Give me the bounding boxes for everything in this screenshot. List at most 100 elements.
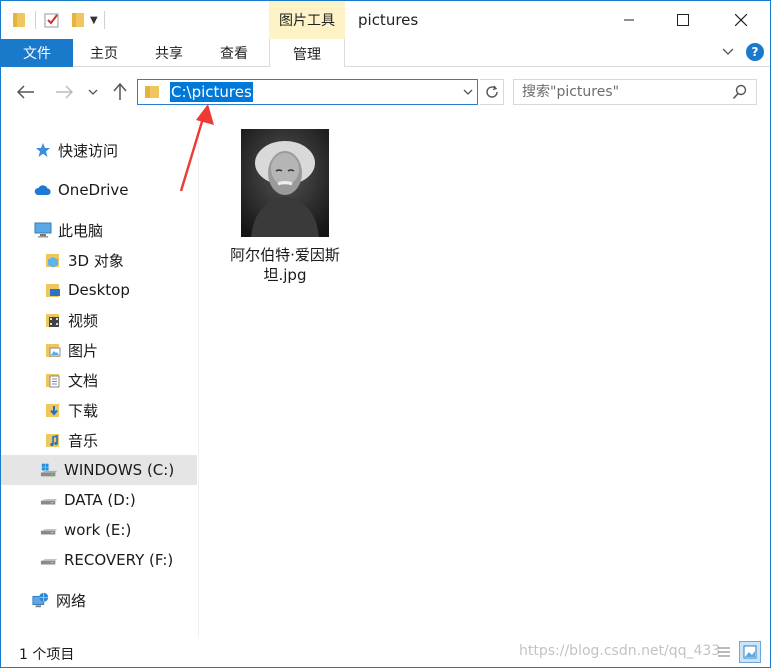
details-view-button[interactable] (713, 641, 735, 663)
window-title: pictures (358, 11, 419, 29)
drive-icon (40, 551, 58, 569)
nav-item-label: 视频 (68, 311, 99, 330)
search-input[interactable] (522, 81, 732, 103)
title-bar: ▼ 图片工具 pictures (1, 1, 770, 39)
chevron-down-icon (463, 89, 473, 95)
music-folder-icon (44, 431, 62, 449)
nav-item-3d-objects[interactable]: 3D 对象 (1, 245, 197, 275)
computer-icon (34, 221, 52, 239)
navigation-pane: 快速访问 OneDrive 此电脑 3D 对象 Desktop 视频 图片 文档… (1, 117, 199, 637)
tab-share[interactable]: 共享 (137, 39, 201, 67)
nav-item-quick-access[interactable]: 快速访问 (1, 135, 197, 165)
recent-locations-button[interactable] (85, 81, 101, 103)
nav-item-videos[interactable]: 视频 (1, 305, 197, 335)
nav-item-onedrive[interactable]: OneDrive (1, 175, 197, 205)
image-thumbnail[interactable] (241, 129, 329, 237)
maximize-icon (677, 14, 689, 26)
nav-item-drive-d[interactable]: DATA (D:) (1, 485, 197, 515)
3d-objects-folder-icon (44, 251, 62, 269)
help-icon[interactable]: ? (746, 43, 764, 61)
tab-view[interactable]: 查看 (203, 39, 265, 67)
nav-item-label: 下载 (68, 401, 99, 420)
nav-item-label: Desktop (68, 281, 130, 299)
forward-button[interactable] (53, 81, 75, 103)
nav-item-downloads[interactable]: 下载 (1, 395, 197, 425)
close-button[interactable] (718, 1, 764, 39)
address-bar-row: C:\pictures (1, 67, 770, 117)
ribbon-tabs: 文件 主页 共享 查看 管理 ? (1, 39, 770, 68)
video-folder-icon (44, 311, 62, 329)
back-arrow-icon (17, 85, 34, 99)
watermark-text: https://blog.csdn.net/qq_433 (519, 643, 721, 659)
windows-drive-icon (40, 461, 58, 479)
large-icons-view-button[interactable] (739, 641, 761, 663)
address-history-dropdown[interactable] (463, 84, 473, 98)
expand-ribbon-icon[interactable] (722, 48, 734, 56)
nav-item-documents[interactable]: 文档 (1, 365, 197, 395)
large-icons-view-icon (743, 645, 757, 659)
search-box[interactable] (513, 79, 757, 105)
refresh-button[interactable] (480, 79, 504, 105)
drive-icon (40, 521, 58, 539)
file-item[interactable]: 阿尔伯特·爱因斯坦.jpg (229, 129, 341, 285)
properties-icon[interactable] (42, 10, 62, 30)
nav-item-label: 此电脑 (58, 221, 104, 240)
new-folder-icon[interactable] (68, 10, 88, 30)
file-name: 阿尔伯特·爱因斯坦.jpg (230, 246, 340, 284)
documents-folder-icon (44, 371, 62, 389)
folder-icon[interactable] (9, 10, 29, 30)
nav-item-label: 快速访问 (58, 141, 119, 160)
folder-icon (145, 86, 159, 98)
nav-item-this-pc[interactable]: 此电脑 (1, 215, 197, 245)
maximize-button[interactable] (660, 1, 706, 39)
refresh-icon (485, 85, 498, 98)
search-icon[interactable] (732, 84, 748, 100)
nav-item-drive-c[interactable]: WINDOWS (C:) (1, 455, 197, 485)
file-explorer-window: ▼ 图片工具 pictures 文件 主页 共享 查看 管理 ? C:\pict… (0, 0, 771, 668)
picture-tools-tab-group: 图片工具 (269, 1, 345, 39)
ribbon-right-controls: ? (722, 43, 764, 61)
nav-item-label: 音乐 (68, 431, 99, 450)
nav-item-pictures[interactable]: 图片 (1, 335, 197, 365)
close-icon (735, 14, 747, 26)
back-button[interactable] (15, 81, 37, 103)
tab-file[interactable]: 文件 (1, 39, 73, 67)
desktop-folder-icon (44, 281, 62, 299)
nav-item-desktop[interactable]: Desktop (1, 275, 197, 305)
customize-toolbar-dropdown[interactable]: ▼ (90, 15, 98, 26)
up-arrow-icon (113, 83, 127, 100)
nav-item-label: RECOVERY (F:) (64, 551, 174, 569)
item-count: 1 个项目 (19, 647, 75, 663)
nav-item-network[interactable]: 网络 (1, 585, 197, 615)
chevron-down-icon (88, 89, 98, 95)
star-icon (34, 141, 52, 159)
network-icon (32, 591, 50, 609)
nav-item-label: 3D 对象 (68, 251, 124, 270)
tab-home[interactable]: 主页 (73, 39, 135, 67)
nav-item-label: 图片 (68, 341, 99, 360)
toolbar-separator (103, 11, 105, 29)
up-button[interactable] (109, 81, 131, 103)
pictures-folder-icon (44, 341, 62, 359)
cloud-icon (34, 181, 52, 199)
forward-arrow-icon (56, 85, 73, 99)
nav-item-label: DATA (D:) (64, 491, 136, 509)
annotation-arrow-icon (179, 104, 214, 192)
nav-item-label: WINDOWS (C:) (64, 461, 175, 479)
file-list-pane[interactable]: 阿尔伯特·爱因斯坦.jpg (201, 117, 770, 637)
nav-item-drive-f[interactable]: RECOVERY (F:) (1, 545, 197, 575)
toolbar-separator (35, 11, 36, 29)
nav-item-label: work (E:) (64, 521, 132, 539)
tab-manage[interactable]: 管理 (269, 39, 345, 68)
drive-icon (40, 491, 58, 509)
address-path[interactable]: C:\pictures (170, 82, 253, 102)
quick-access-toolbar: ▼ (9, 9, 111, 31)
nav-item-label: 文档 (68, 371, 99, 390)
minimize-button[interactable] (606, 1, 652, 39)
details-view-icon (718, 647, 730, 657)
nav-item-drive-e[interactable]: work (E:) (1, 515, 197, 545)
downloads-folder-icon (44, 401, 62, 419)
status-bar: 1 个项目 https://blog.csdn.net/qq_433 (1, 637, 770, 667)
nav-item-label: OneDrive (58, 181, 129, 199)
nav-item-music[interactable]: 音乐 (1, 425, 197, 455)
